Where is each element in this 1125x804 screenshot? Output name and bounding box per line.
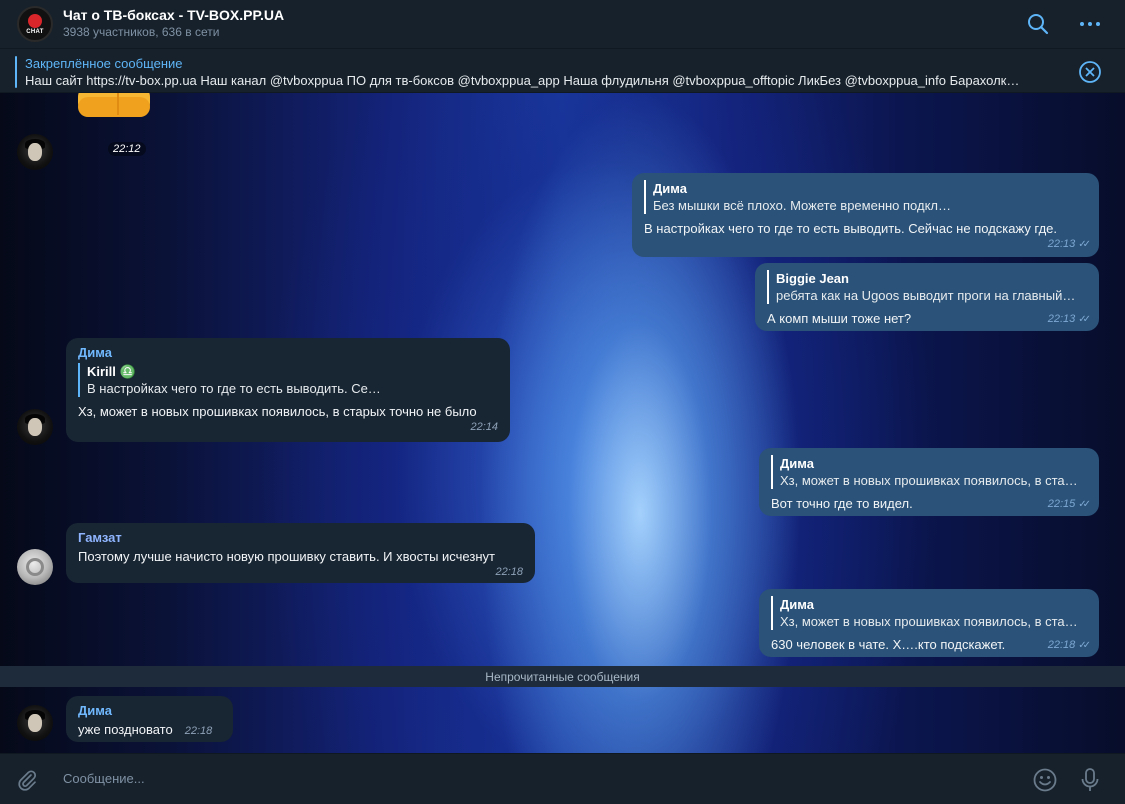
reply-text: Хз, может в новых прошивках появилось, в… <box>780 614 1078 629</box>
message-time: 22:14 <box>470 421 498 433</box>
message-time: 22:12 <box>108 142 146 156</box>
reply-text: ребята как на Ugoos выводит проги на гла… <box>776 288 1076 303</box>
reply-sender: Дима <box>780 597 814 612</box>
message-time: 22:13 <box>1047 313 1076 325</box>
pinned-close-button[interactable] <box>1078 60 1102 84</box>
search-button[interactable] <box>1024 10 1052 38</box>
read-checks-icon: ✓✓ <box>1078 239 1091 250</box>
close-circle-icon <box>1079 61 1101 83</box>
message-text: Хз, может в новых прошивках появилось, в… <box>78 404 477 419</box>
pinned-accent-bar <box>15 56 17 88</box>
more-options-button[interactable] <box>1076 10 1104 38</box>
message-time: 22:18 <box>184 725 213 737</box>
reply-sender: Дима <box>780 456 814 471</box>
reply-quote[interactable]: Kirill ♎ В настройках чего то где то ест… <box>78 363 498 397</box>
avatar[interactable] <box>17 409 53 445</box>
outgoing-message[interactable]: Дима Хз, может в новых прошивках появило… <box>759 589 1099 657</box>
thumbs-up-sticker[interactable] <box>74 93 152 127</box>
incoming-message[interactable]: Дима Kirill ♎ В настройках чего то где т… <box>66 338 510 442</box>
message-sender[interactable]: Дима <box>78 703 221 718</box>
avatar[interactable] <box>17 705 53 741</box>
pinned-title: Закреплённое сообщение <box>25 56 183 71</box>
unread-divider: Непрочитанные сообщения <box>0 666 1125 687</box>
message-input[interactable] <box>63 771 963 786</box>
outgoing-message[interactable]: Дима Хз, может в новых прошивках появило… <box>759 448 1099 516</box>
read-checks-icon: ✓✓ <box>1078 314 1091 325</box>
message-text: А комп мыши тоже нет? <box>767 311 912 326</box>
emoji-button[interactable] <box>1031 766 1059 794</box>
outgoing-message[interactable]: Дима Без мышки всё плохо. Можете временн… <box>632 173 1099 257</box>
message-sender[interactable]: Дима <box>78 345 498 360</box>
message-time: 22:15 <box>1047 498 1076 510</box>
paperclip-icon <box>18 770 37 791</box>
chat-header: CHAT Чат о ТВ-боксах - TV-BOX.PP.UA 3938… <box>0 0 1125 48</box>
reply-quote[interactable]: Дима Без мышки всё плохо. Можете временн… <box>644 180 1087 214</box>
more-dots-icon <box>1080 22 1100 26</box>
reply-sender: Kirill ♎ <box>87 364 136 379</box>
chat-logo-icon <box>28 13 42 28</box>
outgoing-message[interactable]: Biggie Jean ребята как на Ugoos выводит … <box>755 263 1099 331</box>
message-composer <box>0 753 1125 804</box>
message-text: В настройках чего то где то есть выводит… <box>644 221 1058 236</box>
message-time: 22:13 <box>1047 238 1076 250</box>
attach-button[interactable] <box>14 767 40 793</box>
avatar[interactable] <box>17 134 53 170</box>
message-text: уже поздновато <box>78 722 173 737</box>
reply-quote[interactable]: Дима Хз, может в новых прошивках появило… <box>771 455 1087 489</box>
pinned-text: Наш сайт https://tv-box.pp.ua Наш канал … <box>25 73 1020 88</box>
read-checks-icon: ✓✓ <box>1078 640 1091 651</box>
message-meta: 22:13 ✓✓ <box>644 238 1091 251</box>
chat-avatar-text: CHAT <box>26 28 44 35</box>
chat-member-count: 3938 участников, 636 в сети <box>63 25 220 39</box>
reply-text: Хз, может в новых прошивках появилось, в… <box>780 473 1078 488</box>
incoming-message[interactable]: Дима уже поздновато 22:18 <box>66 696 233 742</box>
avatar[interactable] <box>17 549 53 585</box>
emoji-icon <box>1033 768 1057 792</box>
incoming-message[interactable]: Гамзат Поэтому лучше начисто новую проши… <box>66 523 535 583</box>
chat-avatar[interactable]: CHAT <box>17 6 53 42</box>
message-list[interactable]: 22:12 Дима Без мышки всё плохо. Можете в… <box>0 93 1125 753</box>
chat-title[interactable]: Чат о ТВ-боксах - TV-BOX.PP.UA <box>63 7 284 23</box>
pinned-message[interactable]: Закреплённое сообщение Наш сайт https://… <box>0 48 1125 93</box>
reply-quote[interactable]: Biggie Jean ребята как на Ugoos выводит … <box>767 270 1087 304</box>
reply-text: В настройках чего то где то есть выводит… <box>87 381 381 396</box>
voice-record-button[interactable] <box>1077 766 1103 794</box>
message-time: 22:18 <box>495 566 523 578</box>
message-text: Поэтому лучше начисто новую прошивку ста… <box>78 549 495 564</box>
reply-sender: Biggie Jean <box>776 271 849 286</box>
microphone-icon <box>1081 768 1099 791</box>
search-icon <box>1028 14 1049 35</box>
reply-text: Без мышки всё плохо. Можете временно под… <box>653 198 952 213</box>
read-checks-icon: ✓✓ <box>1078 499 1091 510</box>
reply-quote[interactable]: Дима Хз, может в новых прошивках появило… <box>771 596 1087 630</box>
message-sender[interactable]: Гамзат <box>78 530 523 545</box>
message-time: 22:18 <box>1047 639 1076 651</box>
reply-sender: Дима <box>653 181 687 196</box>
